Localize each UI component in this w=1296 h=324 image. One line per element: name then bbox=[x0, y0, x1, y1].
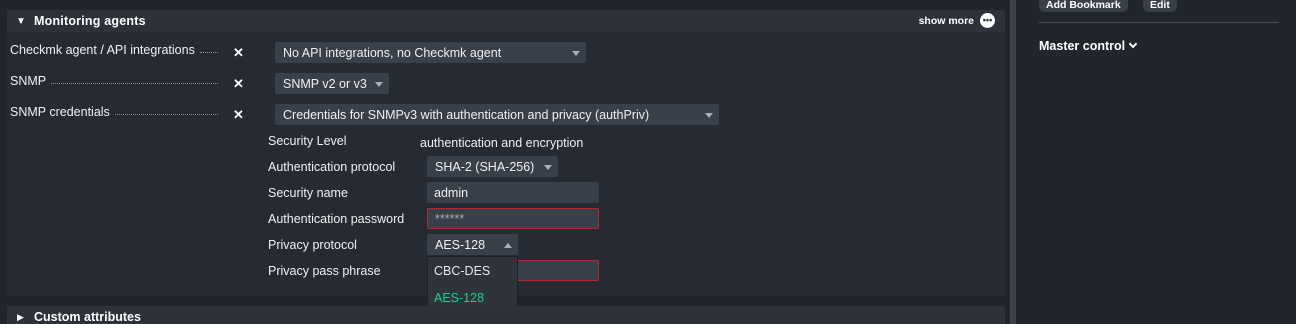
section-title: Monitoring agents bbox=[34, 14, 146, 28]
auth-protocol-label: Authentication protocol bbox=[268, 160, 396, 174]
chevron-down-icon bbox=[572, 51, 580, 56]
privacy-protocol-options: CBC-DES AES-128 bbox=[427, 256, 518, 310]
credentials-remove-icon[interactable]: ✕ bbox=[232, 108, 245, 121]
privacy-protocol-label: Privacy protocol bbox=[268, 238, 357, 252]
snmp-label: SNMP bbox=[10, 74, 47, 88]
dotted-leader bbox=[199, 43, 218, 53]
master-control-header[interactable]: Master control bbox=[1039, 39, 1138, 53]
edit-button[interactable]: Edit bbox=[1143, 0, 1177, 12]
dotted-leader bbox=[51, 74, 218, 84]
option-cbc-des[interactable]: CBC-DES bbox=[428, 257, 517, 284]
privacy-pass-phrase-label: Privacy pass phrase bbox=[268, 264, 381, 278]
dotted-leader bbox=[114, 105, 218, 115]
snmp-select[interactable]: SNMP v2 or v3 bbox=[275, 73, 389, 94]
sidebar-divider bbox=[1039, 22, 1279, 23]
agent-select-value: No API integrations, no Checkmk agent bbox=[283, 45, 502, 60]
auth-protocol-value: SHA-2 (SHA-256) bbox=[435, 159, 535, 174]
snmp-row-label: SNMP bbox=[10, 74, 220, 88]
credentials-label: SNMP credentials bbox=[10, 105, 110, 119]
collapse-triangle-icon[interactable]: ▼ bbox=[16, 16, 30, 27]
custom-attributes-title: Custom attributes bbox=[34, 310, 141, 324]
show-more-label: show more bbox=[918, 14, 974, 27]
snmp-remove-icon[interactable]: ✕ bbox=[232, 77, 245, 90]
show-more-button[interactable]: show more ••• bbox=[919, 13, 995, 28]
monitoring-agents-header[interactable]: ▼ Monitoring agents show more ••• bbox=[7, 10, 1005, 32]
chevron-down-icon bbox=[375, 82, 383, 87]
agent-remove-icon[interactable]: ✕ bbox=[232, 46, 245, 59]
credentials-select-value: Credentials for SNMPv3 with authenticati… bbox=[283, 107, 650, 122]
add-bookmark-button[interactable]: Add Bookmark bbox=[1039, 0, 1128, 12]
chevron-up-icon bbox=[504, 243, 512, 248]
master-control-label: Master control bbox=[1039, 39, 1126, 53]
auth-protocol-select[interactable]: SHA-2 (SHA-256) bbox=[427, 156, 558, 177]
more-dots-icon[interactable]: ••• bbox=[980, 13, 995, 28]
credentials-row-label: SNMP credentials bbox=[10, 105, 220, 119]
sidebar: Add Bookmark Edit Master control bbox=[1016, 0, 1296, 324]
security-level-value: authentication and encryption bbox=[420, 136, 584, 150]
security-name-input[interactable]: admin bbox=[427, 182, 599, 203]
agent-label: Checkmk agent / API integrations bbox=[10, 43, 195, 57]
security-name-label: Security name bbox=[268, 186, 348, 200]
chevron-down-icon bbox=[544, 165, 552, 170]
main-content: ▼ Monitoring agents show more ••• Checkm… bbox=[0, 0, 1010, 324]
agent-select[interactable]: No API integrations, no Checkmk agent bbox=[275, 42, 586, 63]
agent-row-label: Checkmk agent / API integrations bbox=[10, 43, 220, 57]
auth-password-input[interactable]: ****** bbox=[427, 208, 599, 229]
auth-password-label: Authentication password bbox=[268, 212, 405, 226]
privacy-protocol-select[interactable]: AES-128 bbox=[427, 234, 518, 255]
chevron-down-icon bbox=[705, 113, 713, 118]
security-level-label: Security Level bbox=[268, 134, 347, 148]
credentials-select[interactable]: Credentials for SNMPv3 with authenticati… bbox=[275, 104, 719, 125]
expand-triangle-icon[interactable]: ▶ bbox=[17, 312, 31, 323]
chevron-down-icon bbox=[1128, 39, 1138, 49]
custom-attributes-header[interactable]: ▶ Custom attributes bbox=[7, 306, 1005, 324]
privacy-protocol-value: AES-128 bbox=[435, 237, 486, 252]
snmp-select-value: SNMP v2 or v3 bbox=[283, 76, 367, 91]
